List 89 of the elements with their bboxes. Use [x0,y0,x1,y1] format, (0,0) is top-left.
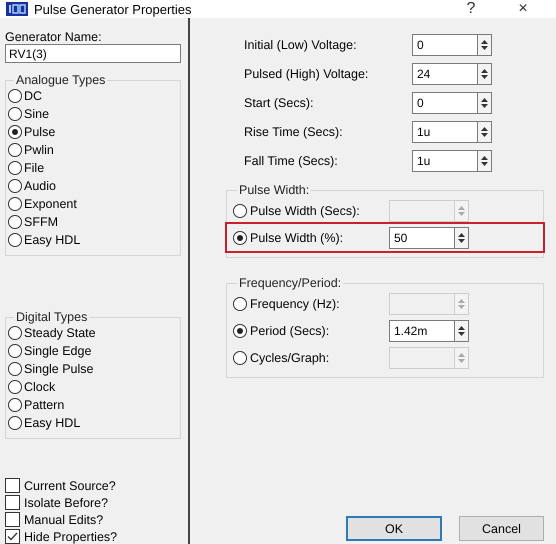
help-button[interactable]: ? [448,0,494,18]
cancel-button[interactable]: Cancel [459,516,544,541]
radio-button[interactable] [233,296,247,310]
radio-button[interactable] [8,326,22,340]
spin-arrows-icon [458,326,465,336]
radio-button[interactable] [8,416,22,430]
radio-label: Frequency (Hz): [250,296,340,310]
radio-label: Pwlin [24,143,54,157]
checkbox-label: Manual Edits? [24,512,104,526]
checkbox[interactable] [5,495,20,510]
radio-label: Pulse [24,125,56,139]
radio-button[interactable] [8,215,22,229]
spin-button[interactable] [478,34,492,56]
radio-label: SFFM [24,215,58,229]
checkbox[interactable] [5,512,20,527]
spin-field[interactable]: 50 [389,226,455,248]
radio-label: Single Pulse [24,362,94,376]
radio-label: Pattern [24,398,64,412]
group-title: Digital Types [15,310,88,324]
radio-label: File [24,161,44,175]
spin-button[interactable] [478,120,492,142]
radio-button[interactable] [8,161,22,175]
radio-button[interactable] [8,380,22,394]
spin-field[interactable]: 24 [412,62,478,84]
radio-button[interactable] [233,230,247,244]
radio-label: Easy HDL [24,233,80,247]
spin-arrows-icon [481,126,488,136]
spin-arrows-icon [458,352,465,362]
window-title: Pulse Generator Properties [34,2,193,16]
checkbox[interactable] [5,478,20,493]
radio-label: DC [24,89,42,103]
radio-label: Pulse Width (Secs): [250,204,360,218]
radio-label: Audio [24,179,56,193]
spin-field[interactable]: 0 [412,34,478,56]
spin-arrows-icon [481,68,488,78]
field-label: Generator Name: [5,30,103,44]
spin-button[interactable] [455,320,469,342]
radio-button[interactable] [8,89,22,103]
checkbox-label: Isolate Before? [24,496,108,510]
group-title: Analogue Types [15,73,106,87]
spin-field[interactable]: 1.42m [389,320,455,342]
spin-arrows-icon [481,156,488,166]
spin-field[interactable]: 1u [412,120,478,142]
radio-label: Steady State [24,326,96,340]
radio-label: Single Edge [24,344,92,358]
generator-name-field[interactable]: RV1(3) [5,44,181,63]
spin-arrows-icon [481,98,488,108]
radio-button[interactable] [8,344,22,358]
spin-button[interactable] [478,62,492,84]
radio-button[interactable] [8,107,22,121]
group-title: Pulse Width: [238,183,310,197]
field-label: Fall Time (Secs): [244,154,339,168]
radio-button[interactable] [233,324,247,338]
ok-button[interactable]: OK [346,516,442,541]
radio-button[interactable] [8,125,22,139]
spin-button[interactable] [478,92,492,114]
radio-button[interactable] [8,233,22,247]
spin-arrows-icon [458,206,465,216]
field-label: Rise Time (Secs): [244,124,344,138]
radio-button[interactable] [8,143,22,157]
radio-button[interactable] [233,204,247,218]
radio-button[interactable] [233,350,247,364]
field-label: Initial (Low) Voltage: [244,38,358,52]
checkbox-label: Hide Properties? [24,530,118,544]
radio-button[interactable] [8,362,22,376]
radio-label: Exponent [24,197,77,211]
app-logo-icon [6,2,28,16]
field-label: Start (Secs): [244,96,314,110]
radio-label: Pulse Width (%): [250,230,344,244]
spin-arrows-icon [458,232,465,242]
spin-arrows-icon [458,298,465,308]
field-label: Pulsed (High) Voltage: [244,66,370,80]
spin-button[interactable] [478,150,492,172]
radio-label: Cycles/Graph: [250,350,330,364]
checkbox-label: Current Source? [24,478,116,492]
radio-button[interactable] [8,197,22,211]
radio-button[interactable] [8,398,22,412]
spin-field[interactable]: 0 [412,92,478,114]
spin-arrows-icon [481,40,488,50]
radio-label: Period (Secs): [250,324,330,338]
checkbox[interactable] [5,529,20,544]
radio-label: Easy HDL [24,416,80,430]
spin-field[interactable]: 1u [412,150,478,172]
radio-label: Clock [24,380,56,394]
group-title: Frequency/Period: [238,276,342,290]
radio-button[interactable] [8,179,22,193]
radio-label: Sine [24,107,50,121]
close-button[interactable]: × [500,0,546,18]
spin-button[interactable] [455,226,469,248]
